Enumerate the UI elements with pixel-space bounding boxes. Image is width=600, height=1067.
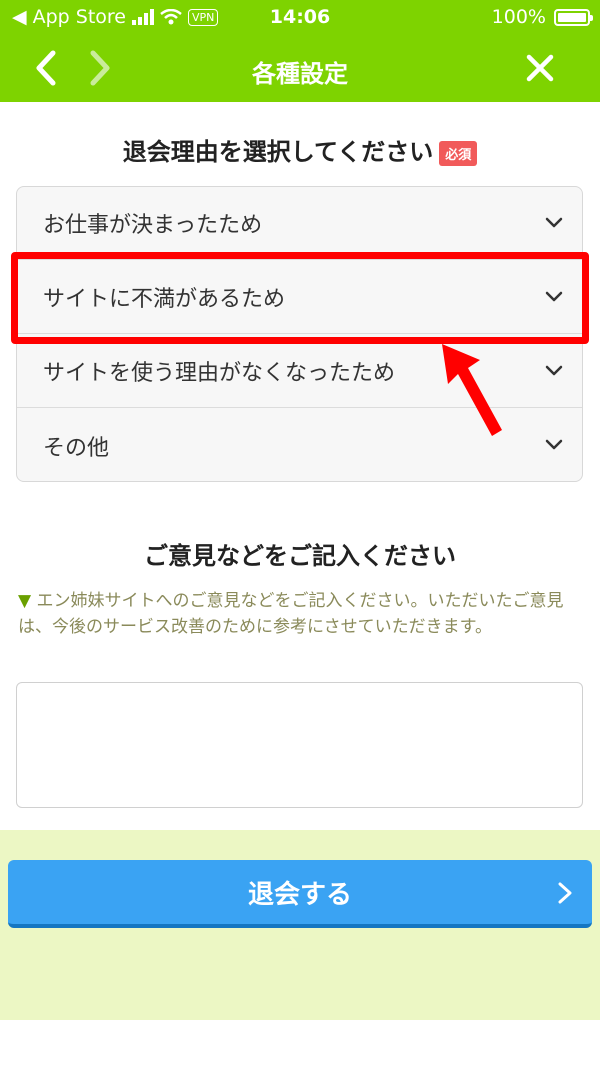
chevron-right-icon [558,882,572,904]
opinion-note: ▼ エン姉妹サイトへのご意見などをご記入ください。いただいたご意見は、今後のサー… [18,588,578,640]
opinion-section-title: ご意見などをご記入ください [144,542,456,570]
reason-option-label: お仕事が決まったため [43,213,263,238]
chevron-down-icon [545,439,563,450]
close-icon [526,54,554,82]
close-button[interactable] [522,50,558,86]
reason-section-title: 退会理由を選択してください 必須 [0,132,600,167]
opinion-textarea[interactable] [16,682,583,808]
nav-bar: 各種設定 [0,34,600,102]
opinion-note-text: エン姉妹サイトへのご意見などをご記入ください。いただいたご意見は、今後のサービス… [18,591,564,637]
reason-option-label: その他 [43,435,110,461]
withdraw-button-label: 退会する [247,879,352,910]
withdraw-button[interactable]: 退会する [8,860,592,928]
reason-option-label: サイトを使う理由がなくなったため [43,361,396,386]
reason-title-text: 退会理由を選択してください [122,138,434,166]
status-bar: ◀ App Store VPN 14:06 100% [0,0,600,34]
page-title: 各種設定 [252,60,348,88]
chevron-down-icon [545,217,563,228]
red-arrow-icon [442,344,502,436]
required-badge: 必須 [439,140,478,166]
chevron-down-icon [545,365,563,376]
battery-percent: 100% [491,6,546,28]
battery-icon [554,8,593,26]
reason-option-job-found[interactable]: お仕事が決まったため [17,187,582,260]
highlight-box [11,252,589,344]
triangle-down-icon: ▼ [18,591,32,611]
status-bar-right: 100% [491,6,593,28]
